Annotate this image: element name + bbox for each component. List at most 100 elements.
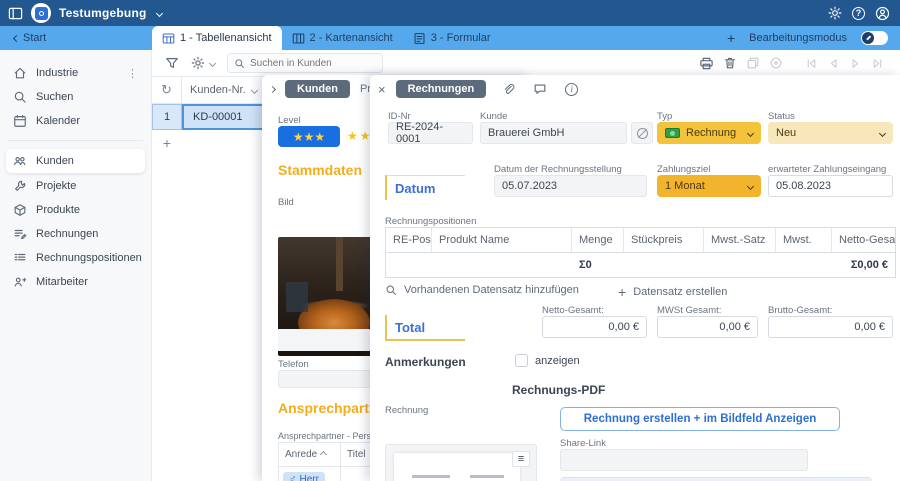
tab-kunden-record[interactable]: Kunden [285,80,350,98]
edit-mode-label: Bearbeitungsmodus [749,32,847,44]
paperclip-icon[interactable] [502,83,515,96]
mwst-input[interactable]: 0,00 € [657,316,758,338]
rechnungsstellung-input[interactable]: 05.07.2023 [494,175,647,197]
app-logo-icon[interactable] [31,3,51,23]
chevron-down-icon[interactable] [155,9,162,16]
chevron-down-icon [747,182,754,189]
tab-kartenansicht[interactable]: 2 - Kartenansicht [282,26,403,50]
anmerkungen-label: Anmerkungen [385,355,466,369]
status-select[interactable]: Neu [768,122,893,144]
sidebar-item-industrie[interactable]: Industrie ⋮ [6,62,145,84]
sidebar-item-label: Produkte [36,204,80,216]
pdf-preview-box[interactable]: ≡ [385,444,537,481]
col-netto-gesamt[interactable]: Netto-Gesa [832,228,895,252]
chevron-down-icon [879,129,886,136]
col-produkt-name[interactable]: Produkt Name [432,228,572,252]
level-stars-selected[interactable]: ★★★ [278,126,340,147]
sidebar-item-label: Kunden [36,155,74,167]
col-re-pos[interactable]: RE-Pos. [386,228,432,252]
typ-value: Rechnung [686,127,736,139]
edit-mode-toggle[interactable] [861,31,888,45]
tab-rechnungen-record[interactable]: Rechnungen [396,80,487,98]
app-title[interactable]: Testumgebung [59,6,147,20]
last-record-icon[interactable] [871,57,884,70]
back-to-start[interactable]: Start [0,32,152,44]
id-input[interactable]: RE-2024-0001 [388,122,473,144]
record-target-icon[interactable] [769,56,783,70]
close-icon[interactable]: × [378,82,386,97]
anzeigen-checkbox[interactable] [515,354,528,367]
trash-icon[interactable] [723,56,737,70]
help-icon[interactable]: ? [852,7,865,20]
refresh-icon[interactable]: ↻ [152,77,182,103]
ansprechpartner-heading: Ansprechpartner [278,400,380,416]
sidebar-item-kalender[interactable]: Kalender [6,110,145,132]
netto-input[interactable]: 0,00 € [542,316,647,338]
kunde-input[interactable]: Brauerei GmbH [480,122,627,144]
telefon-input[interactable] [278,370,378,388]
first-record-icon[interactable] [805,57,818,70]
status-value: Neu [776,127,796,139]
search-input[interactable] [250,58,370,69]
brutto-input[interactable]: 0,00 € [768,316,893,338]
datum-section-heading[interactable]: Datum [385,175,465,200]
create-record-link[interactable]: + Datensatz erstellen [618,284,727,300]
info-icon[interactable]: i [565,83,578,96]
sidebar-item-suchen[interactable]: Suchen [6,86,145,108]
chevron-down-icon[interactable] [209,59,216,66]
menu-icon[interactable]: ≡ [512,451,530,467]
account-icon[interactable] [875,6,890,21]
add-view-button[interactable]: + [727,30,735,46]
positionen-label: Rechnungspositionen [385,216,476,227]
next-record-icon[interactable] [849,57,862,70]
sidebar-item-mitarbeiter[interactable]: Mitarbeiter [6,271,145,293]
col-menge[interactable]: Menge [572,228,624,252]
sidebar-item-label: Rechnungen [36,228,98,240]
rechnungen-record-panel: × Rechnungen i ID-Nr RE-2024-0001 Kunde … [370,75,900,481]
row-number-cell[interactable]: 1 [152,104,182,130]
image-field-footer [278,329,378,351]
sidebar-item-rechnungspositionen[interactable]: Rechnungspositionen [6,247,145,269]
tab-tabellenansicht[interactable]: 1 - Tabellenansicht [152,26,282,50]
unlink-icon [637,128,648,139]
product-box-icon [13,203,27,217]
anrede-value: Herr [300,474,319,481]
more-options-icon[interactable]: ⋮ [127,67,138,80]
print-icon[interactable] [699,56,714,71]
gear-icon[interactable] [828,6,842,20]
sidebar-item-kunden[interactable]: Kunden [6,149,145,173]
anrede-cell[interactable]: ♂ Herr [279,467,341,481]
sidebar-item-projekte[interactable]: Projekte [6,175,145,197]
zahlungseingang-input[interactable]: 05.08.2023 [768,175,893,197]
level-stars-extra[interactable]: ★★ [347,129,373,143]
sidebar-item-produkte[interactable]: Produkte [6,199,145,221]
create-pdf-button[interactable]: Rechnung erstellen + im Bildfeld Anzeige… [560,407,840,431]
duplicate-icon[interactable] [746,56,760,70]
typ-select[interactable]: Rechnung [657,122,761,144]
sidebar-item-label: Mitarbeiter [36,276,88,288]
share-link-input[interactable] [560,449,808,471]
sidebar-toggle-icon[interactable] [8,6,23,21]
sidebar-item-rechnungen[interactable]: Rechnungen [6,223,145,245]
stammdaten-heading: Stammdaten [278,162,362,178]
topbar: Testumgebung ? [0,0,900,26]
col-stueckpreis[interactable]: Stückpreis [624,228,704,252]
add-existing-record-link[interactable]: Vorhandenen Datensatz hinzufügen [385,284,579,296]
settings-gear-icon[interactable] [191,56,205,70]
brutto-label: Brutto-Gesamt: [768,305,832,316]
col-mwst[interactable]: Mwst. [776,228,832,252]
partial-button-bottom[interactable] [560,477,872,481]
zahlungsziel-select[interactable]: 1 Monat [657,175,761,197]
add-row-button[interactable]: + [152,130,182,156]
filter-icon[interactable] [165,56,179,70]
sidebar: Industrie ⋮ Suchen Kalender Kunden Proje… [0,50,152,481]
tab-formular[interactable]: 3 - Formular [403,26,501,50]
mwst-label: MWSt Gesamt: [657,305,721,316]
col-mwst-satz[interactable]: Mwst.-Satz [704,228,776,252]
total-section-heading[interactable]: Total [385,315,465,341]
unlink-record-button[interactable] [631,122,653,144]
prev-record-icon[interactable] [827,57,840,70]
comment-icon[interactable] [533,82,547,96]
collapse-panel-icon[interactable] [269,85,276,92]
column-header-anrede[interactable]: Anrede [279,443,341,466]
